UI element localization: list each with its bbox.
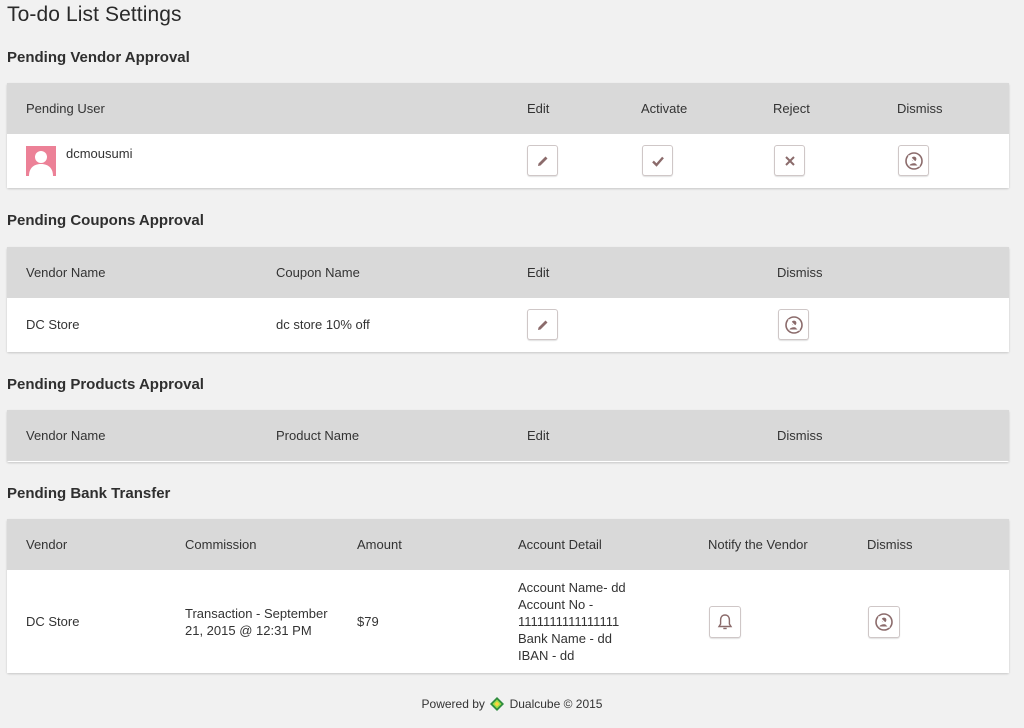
bank-transfer-title: Pending Bank Transfer (7, 485, 171, 502)
header-account-detail: Account Detail (518, 537, 602, 552)
header-vendor-name: Vendor Name (26, 428, 106, 443)
dismiss-user-icon (875, 613, 893, 631)
page-title: To-do List Settings (7, 3, 182, 26)
dismiss-button[interactable] (868, 606, 900, 638)
header-edit: Edit (527, 265, 550, 280)
header-vendor: Vendor (26, 537, 68, 552)
pencil-icon (537, 156, 547, 166)
header-activate: Activate (641, 101, 688, 116)
pencil-icon (537, 320, 547, 330)
header-pending-user: Pending User (26, 101, 105, 116)
vendor-link[interactable]: DC Store (26, 317, 79, 332)
vendor-approval-title: Pending Vendor Approval (7, 49, 190, 66)
check-icon (651, 156, 664, 167)
header-edit: Edit (527, 101, 550, 116)
avatar (26, 146, 56, 176)
products-approval-table: Vendor Name Product Name Edit Dismiss (7, 410, 1009, 462)
bell-icon (717, 614, 733, 630)
dualcube-logo-icon (490, 697, 505, 711)
coupons-approval-title: Pending Coupons Approval (7, 212, 204, 229)
todo-settings-page: To-do List Settings Pending Vendor Appro… (0, 0, 1024, 728)
vendor-approval-table: Pending User Edit Activate Reject Dismis… (7, 83, 1009, 188)
account-name: Account Name- dd (518, 580, 626, 595)
footer-brand[interactable]: Dualcube © 2015 (510, 697, 603, 711)
header-dismiss: Dismiss (777, 265, 823, 280)
header-amount: Amount (357, 537, 402, 552)
header-edit: Edit (527, 428, 550, 443)
table-row: dcmousumi (7, 134, 1009, 188)
pending-user-name[interactable]: dcmousumi (66, 146, 132, 161)
edit-button[interactable] (527, 309, 558, 340)
account-no-label: Account No - (518, 597, 594, 612)
iban: IBAN - dd (518, 648, 575, 663)
commission-line-1: Transaction - September (185, 606, 328, 621)
bank-name: Bank Name - dd (518, 631, 612, 646)
header-dismiss: Dismiss (897, 101, 943, 116)
coupons-approval-header: Vendor Name Coupon Name Edit Dismiss (7, 247, 1009, 298)
activate-button[interactable] (642, 145, 673, 176)
vendor-link[interactable]: DC Store (26, 614, 79, 629)
powered-by-label: Powered by (421, 697, 485, 711)
header-dismiss: Dismiss (777, 428, 823, 443)
commission-transaction-link[interactable]: Transaction - September 21, 2015 @ 12:31… (185, 605, 328, 639)
vendor-approval-header: Pending User Edit Activate Reject Dismis… (7, 83, 1009, 134)
coupon-name: dc store 10% off (276, 317, 370, 332)
footer: Powered by Dualcube © 2015 (0, 697, 1024, 711)
table-row: DC Store Transaction - September 21, 201… (7, 570, 1009, 673)
user-silhouette-icon (29, 151, 53, 176)
header-coupon-name: Coupon Name (276, 265, 360, 280)
dismiss-user-icon (784, 315, 803, 334)
products-approval-header: Vendor Name Product Name Edit Dismiss (7, 410, 1009, 461)
amount-value: $79 (357, 614, 379, 629)
header-notify-vendor: Notify the Vendor (708, 537, 808, 552)
reject-button[interactable] (774, 145, 805, 176)
account-no: 1111111111111111 (518, 614, 620, 629)
header-vendor-name: Vendor Name (26, 265, 106, 280)
dismiss-button[interactable] (778, 309, 809, 340)
header-product-name: Product Name (276, 428, 360, 443)
table-row: DC Store dc store 10% off (7, 298, 1009, 352)
header-commission: Commission (185, 537, 257, 552)
bank-transfer-table: Vendor Commission Amount Account Detail … (7, 519, 1009, 673)
coupons-approval-table: Vendor Name Coupon Name Edit Dismiss DC … (7, 247, 1009, 352)
header-reject: Reject (773, 101, 810, 116)
dismiss-user-icon (904, 151, 923, 170)
bank-transfer-header: Vendor Commission Amount Account Detail … (7, 519, 1009, 570)
x-icon (784, 155, 795, 166)
edit-button[interactable] (527, 145, 558, 176)
dismiss-button[interactable] (898, 145, 929, 176)
notify-vendor-button[interactable] (709, 606, 741, 638)
commission-line-2: 21, 2015 @ 12:31 PM (185, 623, 312, 638)
account-detail: Account Name- dd Account No - 1111111111… (518, 579, 626, 664)
header-dismiss: Dismiss (867, 537, 913, 552)
products-approval-title: Pending Products Approval (7, 376, 204, 393)
